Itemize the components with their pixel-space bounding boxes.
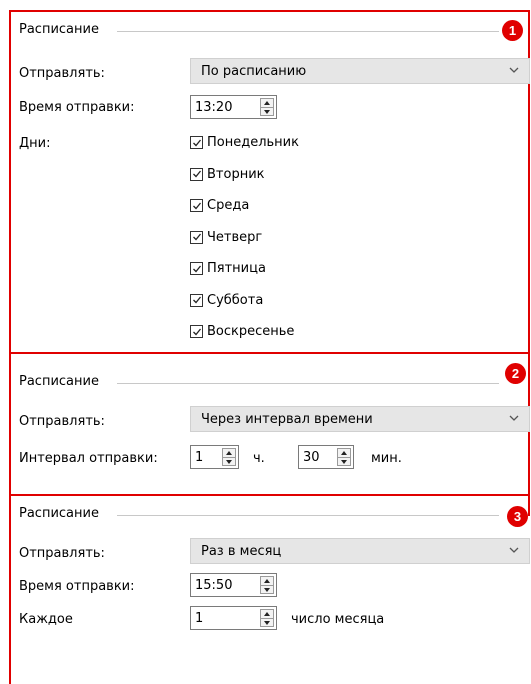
minutes-value: 30 bbox=[303, 449, 320, 465]
day-label: Воскресенье bbox=[207, 324, 295, 339]
checkmark-icon bbox=[192, 202, 201, 209]
day-stepper[interactable] bbox=[260, 609, 274, 627]
checkmark-icon bbox=[192, 170, 201, 178]
day-checkbox-row[interactable]: Понедельник bbox=[190, 135, 299, 150]
section-title: Расписание bbox=[19, 374, 99, 389]
time-label: Время отправки: bbox=[19, 579, 135, 594]
section-title: Расписание bbox=[19, 22, 99, 37]
send-time-input[interactable]: 15:50 bbox=[190, 573, 277, 597]
stepper-down-icon[interactable] bbox=[338, 458, 350, 466]
section-title: Расписание bbox=[19, 506, 99, 521]
time-stepper[interactable] bbox=[260, 576, 274, 594]
days-label: Дни: bbox=[19, 136, 51, 151]
send-mode-select[interactable]: Через интервал времени bbox=[190, 406, 530, 432]
hours-value: 1 bbox=[195, 449, 204, 465]
time-value: 13:20 bbox=[195, 99, 233, 115]
day-unit: число месяца bbox=[291, 612, 385, 627]
stepper-down-icon[interactable] bbox=[261, 108, 273, 116]
checkmark-icon bbox=[192, 233, 201, 241]
stepper-up-icon[interactable] bbox=[261, 610, 273, 619]
right-red-border bbox=[528, 496, 530, 516]
send-label: Отправлять: bbox=[19, 414, 105, 429]
day-label: Пятница bbox=[207, 261, 266, 276]
step-badge-1: 1 bbox=[502, 20, 523, 41]
day-label: Четверг bbox=[207, 229, 263, 245]
checkmark-icon bbox=[192, 265, 201, 272]
checkbox[interactable] bbox=[190, 230, 203, 244]
chevron-down-icon bbox=[509, 415, 519, 421]
chevron-down-icon bbox=[509, 547, 519, 553]
checkbox[interactable] bbox=[190, 136, 203, 149]
day-checkbox-row[interactable]: Суббота bbox=[190, 293, 263, 308]
checkbox[interactable] bbox=[190, 325, 203, 338]
minutes-unit: мин. bbox=[371, 451, 402, 466]
send-mode-value: По расписанию bbox=[201, 63, 307, 79]
stepper-up-icon[interactable] bbox=[223, 449, 235, 458]
hours-input[interactable]: 1 bbox=[190, 445, 239, 469]
send-label: Отправлять: bbox=[19, 546, 105, 561]
day-label: Среда bbox=[207, 198, 250, 213]
schedule-panel-3: Расписание 3 Отправлять: Раз в месяц Вре… bbox=[9, 494, 530, 684]
stepper-up-icon[interactable] bbox=[338, 449, 350, 458]
section-divider bbox=[117, 383, 499, 384]
send-mode-select[interactable]: По расписанию bbox=[190, 58, 530, 84]
day-checkbox-row[interactable]: Среда bbox=[190, 198, 249, 213]
minutes-stepper[interactable] bbox=[337, 448, 351, 466]
day-checkbox-row[interactable]: Четверг bbox=[190, 230, 262, 245]
day-label: Вторник bbox=[207, 166, 265, 182]
time-label: Время отправки: bbox=[19, 100, 135, 115]
day-checkbox-row[interactable]: Воскресенье bbox=[190, 324, 294, 339]
minutes-input[interactable]: 30 bbox=[298, 445, 354, 469]
stepper-down-icon[interactable] bbox=[223, 458, 235, 466]
time-stepper[interactable] bbox=[260, 98, 274, 116]
hours-unit: ч. bbox=[253, 451, 265, 466]
schedule-panel-2: Расписание 2 Отправлять: Через интервал … bbox=[9, 352, 530, 496]
section-divider bbox=[117, 515, 499, 516]
time-value: 15:50 bbox=[195, 577, 233, 593]
checkbox[interactable] bbox=[190, 199, 203, 212]
checkbox[interactable] bbox=[190, 167, 203, 181]
day-of-month-input[interactable]: 1 bbox=[190, 606, 277, 630]
stepper-up-icon[interactable] bbox=[261, 577, 273, 586]
stepper-up-icon[interactable] bbox=[261, 99, 273, 108]
day-checkbox-row[interactable]: Вторник bbox=[190, 167, 265, 182]
schedule-panel-1: Расписание 1 Отправлять: По расписанию В… bbox=[9, 10, 530, 354]
section-divider bbox=[117, 31, 499, 32]
checkmark-icon bbox=[192, 139, 201, 146]
day-checkbox-row[interactable]: Пятница bbox=[190, 261, 266, 276]
send-mode-select[interactable]: Раз в месяц bbox=[190, 538, 530, 564]
hours-stepper[interactable] bbox=[222, 448, 236, 466]
day-value: 1 bbox=[195, 610, 204, 626]
each-label: Каждое bbox=[19, 612, 73, 627]
checkbox[interactable] bbox=[190, 262, 203, 275]
step-badge-2: 2 bbox=[505, 363, 526, 384]
send-mode-value: Через интервал времени bbox=[201, 411, 373, 427]
stepper-down-icon[interactable] bbox=[261, 586, 273, 594]
send-label: Отправлять: bbox=[19, 66, 105, 81]
checkmark-icon bbox=[192, 328, 201, 335]
checkbox[interactable] bbox=[190, 293, 203, 307]
day-label: Суббота bbox=[207, 292, 264, 308]
checkmark-icon bbox=[192, 296, 201, 304]
send-mode-value: Раз в месяц bbox=[201, 543, 282, 559]
send-time-input[interactable]: 13:20 bbox=[190, 95, 277, 119]
step-badge-3: 3 bbox=[507, 506, 528, 527]
day-label: Понедельник bbox=[207, 135, 299, 150]
chevron-down-icon bbox=[509, 67, 519, 73]
interval-label: Интервал отправки: bbox=[19, 451, 158, 466]
stepper-down-icon[interactable] bbox=[261, 619, 273, 627]
